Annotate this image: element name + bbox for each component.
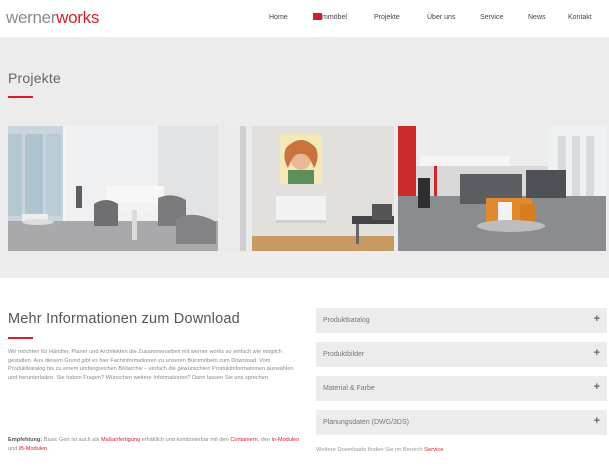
logo-part-works: works [56,8,100,27]
nav-kontakt[interactable]: Kontakt [568,13,592,23]
recommendation-part-4: und [8,445,19,452]
accordion-label: Planungsdaten (DWG/3DS) [323,419,409,426]
recommendation-part-2: erhältlich und kombinierbar mit den [140,437,231,443]
accordion-label: Material & Farbe [323,385,375,392]
accordion-material-farbe[interactable]: Material & Farbe + [316,376,607,401]
nav-ueber-uns[interactable]: Über uns [427,13,455,23]
nav-moebel[interactable]: mmöbel [313,13,347,23]
plus-icon[interactable]: + [594,348,600,359]
accordion-produktkatalog[interactable]: Produktkatalog + [316,308,607,333]
link-containern[interactable]: Containern [230,437,257,443]
nav-home[interactable]: Home [269,13,288,23]
nav-moebel-label: mmöbel [322,14,347,21]
site-header: wernerworks Home mmöbel Projekte Über un… [0,0,609,38]
accordion-label: Produktkatalog [323,317,370,324]
more-downloads-prefix: Weitere Downloads finden Sie im Bereich [316,447,425,453]
photo-3-illustration [398,126,606,251]
office-meeting-room-photo[interactable] [8,126,218,251]
download-intro-text: Wir möchten für Händler, Planer und Arch… [8,349,294,381]
plus-icon[interactable]: + [594,416,600,427]
plus-icon[interactable]: + [594,314,600,325]
recommendation-part-1: Basic Gert ist auch als [42,437,101,443]
link-massanfertigung[interactable]: Maßanfertigung [101,437,140,443]
download-title-underline [8,337,33,339]
accordion-label: Produktbilder [323,351,365,358]
nav-active-marker [313,13,322,20]
page-title: Projekte [8,70,61,86]
logo[interactable]: wernerworks [6,8,99,28]
nav-projekte[interactable]: Projekte [374,13,400,23]
link-ib-modulen[interactable]: iB-Modulen [19,446,47,452]
link-service[interactable]: Service [424,447,443,453]
download-section-title: Mehr Informationen zum Download [8,311,240,327]
nav-news[interactable]: News [528,13,546,23]
accordion-planungsdaten[interactable]: Planungsdaten (DWG/3DS) + [316,410,607,435]
recommendation-part-5: . [47,445,49,452]
nav-service[interactable]: Service [480,13,503,23]
logo-part-werner: werner [6,8,57,27]
plus-icon[interactable]: + [594,382,600,393]
recommendation-part-3: , den [257,437,272,443]
link-in-modulen[interactable]: in-Modulen [272,437,300,443]
more-downloads-text: Weitere Downloads finden Sie im Bereich … [316,446,444,454]
title-underline [8,96,33,98]
recommendation-label: Empfehlung: [8,437,43,443]
open-plan-office-photo[interactable] [398,126,606,251]
portrait-artwork-office-photo[interactable] [222,126,394,251]
recommendation-text: Empfehlung: Basic Gert ist auch als Maßa… [8,436,300,453]
photo-2-illustration [222,126,394,251]
accordion-produktbilder[interactable]: Produktbilder + [316,342,607,367]
photo-1-illustration [8,126,218,251]
